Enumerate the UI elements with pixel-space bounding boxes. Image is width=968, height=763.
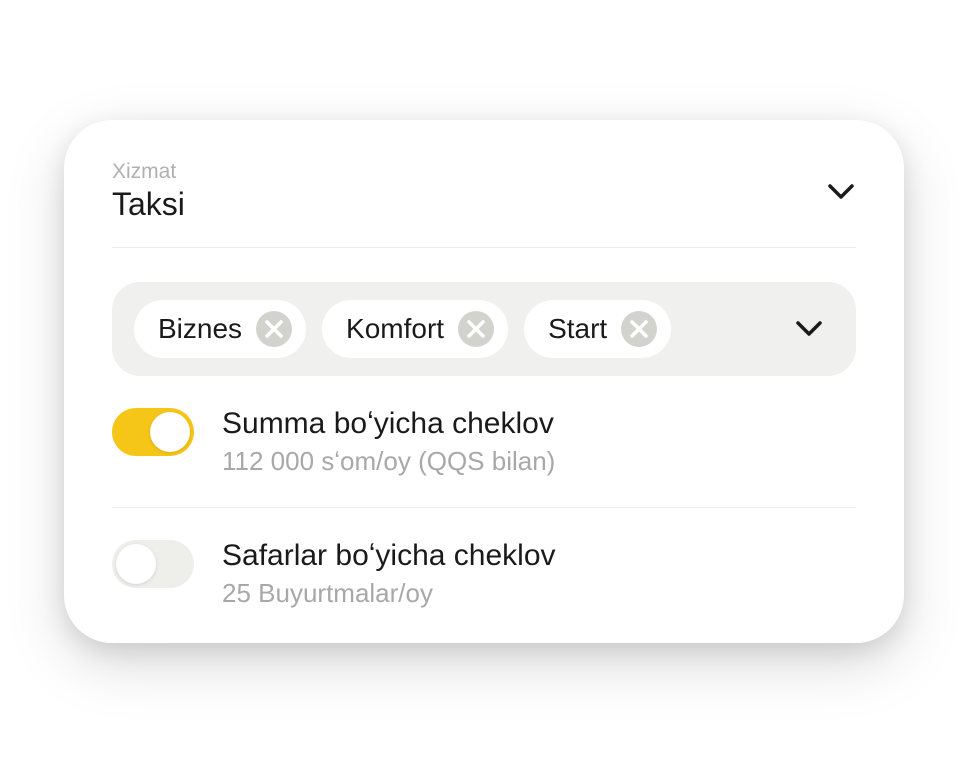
amount-limit-title: Summa boʻyicha cheklov	[222, 404, 555, 443]
close-icon[interactable]	[458, 311, 494, 347]
toggle-knob	[150, 412, 190, 452]
amount-limit-toggle[interactable]	[112, 408, 194, 456]
tariff-tags-container[interactable]: Biznes Komfort Start	[112, 282, 856, 376]
trips-limit-row: Safarlar boʻyicha cheklov 25 Buyurtmalar…	[112, 508, 856, 611]
chevron-down-icon[interactable]	[826, 177, 856, 207]
trips-limit-subtitle: 25 Buyurtmalar/oy	[222, 577, 556, 611]
service-info: Xizmat Taksi	[112, 160, 185, 223]
amount-limit-subtitle: 112 000 sʻom/oy (QQS bilan)	[222, 445, 555, 479]
tariff-tags-list: Biznes Komfort Start	[134, 300, 671, 358]
trips-limit-toggle[interactable]	[112, 540, 194, 588]
tariff-tag: Start	[524, 300, 671, 358]
service-selector[interactable]: Xizmat Taksi	[112, 160, 856, 248]
tariff-tag: Biznes	[134, 300, 306, 358]
toggle-knob	[116, 544, 156, 584]
trips-limit-text: Safarlar boʻyicha cheklov 25 Buyurtmalar…	[222, 536, 556, 611]
close-icon[interactable]	[256, 311, 292, 347]
tariff-tag-label: Biznes	[158, 313, 242, 345]
amount-limit-text: Summa boʻyicha cheklov 112 000 sʻom/oy (…	[222, 404, 555, 479]
settings-card: Xizmat Taksi Biznes Komfort Start	[64, 120, 904, 643]
amount-limit-row: Summa boʻyicha cheklov 112 000 sʻom/oy (…	[112, 376, 856, 508]
chevron-down-icon[interactable]	[794, 314, 824, 344]
close-icon[interactable]	[621, 311, 657, 347]
trips-limit-title: Safarlar boʻyicha cheklov	[222, 536, 556, 575]
tariff-tag-label: Komfort	[346, 313, 444, 345]
service-field-value: Taksi	[112, 186, 185, 223]
tariff-tag-label: Start	[548, 313, 607, 345]
service-field-label: Xizmat	[112, 160, 185, 184]
tariff-tag: Komfort	[322, 300, 508, 358]
